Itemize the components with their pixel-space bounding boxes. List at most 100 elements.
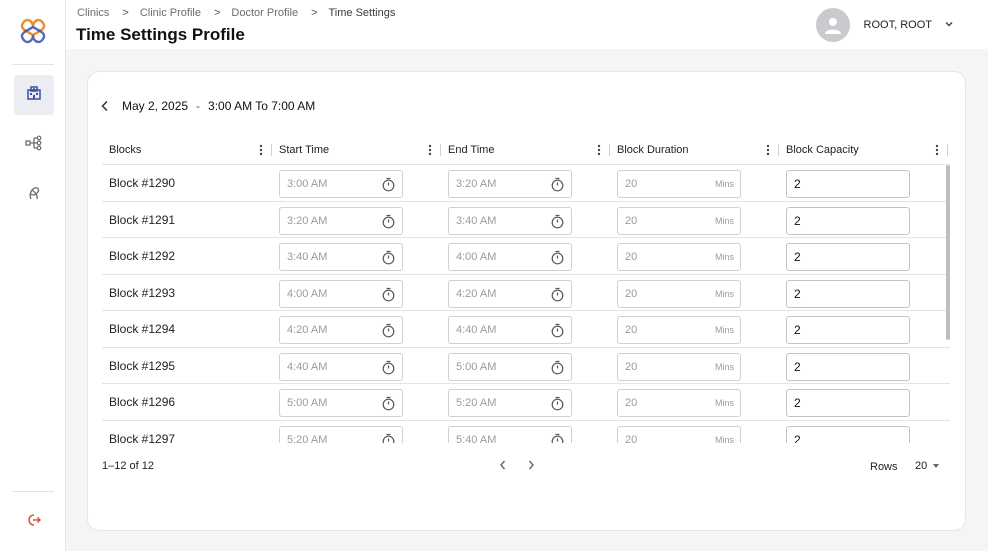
table-body[interactable]: Block #1290 3:00 AM 3:20 AM 20 Mins 2 Block #1… — [102, 165, 950, 443]
block-capacity-field[interactable]: 2 — [786, 316, 910, 344]
stopwatch-icon[interactable] — [381, 433, 396, 443]
column-divider[interactable] — [778, 144, 779, 156]
end-time-field[interactable]: 3:20 AM — [448, 170, 572, 198]
start-time-field[interactable]: 3:40 AM — [279, 243, 403, 271]
chevron-left-icon[interactable] — [100, 100, 110, 112]
column-menu-icon[interactable] — [256, 143, 266, 157]
block-capacity-field[interactable]: 2 — [786, 206, 910, 235]
column-header-block-duration[interactable]: Block Duration — [617, 135, 689, 165]
block-duration-field[interactable]: 20 Mins — [617, 316, 741, 344]
sidebar-item-ribbon[interactable] — [14, 175, 54, 215]
end-time-field[interactable]: 5:40 AM — [448, 425, 572, 443]
column-header-start-time[interactable]: Start Time — [279, 135, 329, 165]
start-time-field[interactable]: 4:40 AM — [279, 352, 403, 381]
block-capacity-field[interactable]: 2 — [786, 425, 910, 443]
column-menu-icon[interactable] — [594, 143, 604, 157]
column-divider[interactable] — [947, 144, 948, 156]
start-time-field[interactable]: 5:00 AM — [279, 389, 403, 417]
column-menu-icon[interactable] — [763, 143, 773, 157]
end-time-field[interactable]: 4:00 AM — [448, 243, 572, 271]
stopwatch-icon[interactable] — [381, 177, 396, 192]
start-time-field[interactable]: 3:00 AM — [279, 170, 403, 198]
previous-page-button[interactable] — [498, 458, 508, 476]
column-header-end-time[interactable]: End Time — [448, 135, 494, 165]
end-time-value: 3:40 AM — [456, 214, 497, 227]
start-time-field[interactable]: 5:20 AM — [279, 425, 403, 443]
column-header-block-capacity[interactable]: Block Capacity — [786, 135, 859, 165]
block-duration-field[interactable]: 20 Mins — [617, 206, 741, 235]
logout-button[interactable] — [14, 502, 54, 542]
scrollbar-thumb[interactable] — [946, 165, 950, 340]
end-time-field[interactable]: 3:40 AM — [448, 206, 572, 235]
stopwatch-icon[interactable] — [550, 360, 565, 375]
stopwatch-icon[interactable] — [381, 396, 396, 411]
block-duration-field[interactable]: 20 Mins — [617, 352, 741, 381]
block-duration-value: 20 — [625, 397, 638, 409]
block-name: Block #1297 — [109, 431, 176, 444]
avatar[interactable] — [815, 8, 850, 42]
end-time-field[interactable]: 4:20 AM — [448, 279, 572, 308]
stopwatch-icon[interactable] — [550, 214, 565, 229]
app-logo[interactable] — [17, 15, 49, 47]
column-divider[interactable] — [440, 144, 441, 156]
duration-unit: Mins — [714, 288, 734, 299]
stopwatch-icon[interactable] — [550, 287, 565, 302]
block-duration-value: 20 — [625, 433, 638, 444]
duration-unit: Mins — [714, 252, 734, 262]
block-duration-field[interactable]: 20 Mins — [617, 389, 741, 417]
breadcrumb-clinics[interactable]: Clinics — [77, 7, 109, 19]
end-time-value: 5:00 AM — [456, 360, 497, 373]
breadcrumb-doctor-profile[interactable]: Doctor Profile — [231, 7, 298, 19]
stopwatch-icon[interactable] — [381, 250, 396, 265]
stopwatch-icon[interactable] — [550, 396, 565, 411]
user-name: ROOT, ROOT — [863, 19, 932, 31]
start-time-field[interactable]: 4:20 AM — [279, 316, 403, 344]
stopwatch-icon[interactable] — [550, 177, 565, 192]
pagination-nav — [498, 458, 536, 476]
chevron-down-icon[interactable] — [944, 16, 954, 34]
stopwatch-icon[interactable] — [381, 360, 396, 375]
stopwatch-icon[interactable] — [381, 323, 396, 338]
stopwatch-icon[interactable] — [381, 287, 396, 302]
sidebar-item-clinics[interactable] — [14, 75, 54, 115]
rows-per-page-select[interactable]: 20 — [915, 460, 940, 472]
column-menu-icon[interactable] — [932, 143, 942, 157]
start-time-field[interactable]: 4:00 AM — [279, 279, 403, 308]
block-duration-field[interactable]: 20 Mins — [617, 170, 741, 198]
stopwatch-icon[interactable] — [550, 433, 565, 443]
block-capacity-field[interactable]: 2 — [786, 389, 910, 417]
block-duration-value: 20 — [625, 251, 638, 263]
table-row: Block #1295 4:40 AM 5:00 AM 20 Mins 2 — [102, 348, 950, 384]
block-capacity-field[interactable]: 2 — [786, 170, 910, 198]
stopwatch-icon[interactable] — [550, 323, 565, 338]
sidebar-item-hierarchy[interactable] — [14, 125, 54, 165]
block-capacity-value: 2 — [794, 177, 801, 191]
breadcrumb-separator: > — [311, 7, 318, 19]
date-navigator: May 2, 2025 - 3:00 AM To 7:00 AM — [100, 99, 315, 113]
breadcrumb-clinic-profile[interactable]: Clinic Profile — [140, 7, 201, 19]
block-duration-field[interactable]: 20 Mins — [617, 425, 741, 444]
column-menu-icon[interactable] — [425, 143, 435, 157]
start-time-field[interactable]: 3:20 AM — [279, 206, 403, 235]
block-capacity-field[interactable]: 2 — [786, 279, 910, 308]
scrollbar[interactable] — [946, 165, 950, 443]
block-duration-field[interactable]: 20 Mins — [617, 279, 741, 308]
stopwatch-icon[interactable] — [550, 250, 565, 265]
column-header-blocks[interactable]: Blocks — [109, 135, 141, 165]
next-page-button[interactable] — [526, 458, 536, 476]
duration-unit: Mins — [714, 215, 734, 226]
block-capacity-field[interactable]: 2 — [786, 243, 910, 271]
column-divider[interactable] — [609, 144, 610, 156]
user-menu[interactable]: ROOT, ROOT — [815, 8, 954, 42]
block-capacity-field[interactable]: 2 — [786, 352, 910, 381]
block-name: Block #1290 — [109, 176, 176, 190]
block-duration-value: 20 — [625, 324, 638, 336]
ribbon-icon — [26, 185, 42, 206]
stopwatch-icon[interactable] — [381, 214, 396, 229]
block-duration-field[interactable]: 20 Mins — [617, 243, 741, 271]
end-time-field[interactable]: 5:20 AM — [448, 389, 572, 417]
end-time-field[interactable]: 4:40 AM — [448, 316, 572, 344]
column-divider[interactable] — [271, 144, 272, 156]
end-time-field[interactable]: 5:00 AM — [448, 352, 572, 381]
end-time-value: 3:20 AM — [456, 178, 497, 190]
